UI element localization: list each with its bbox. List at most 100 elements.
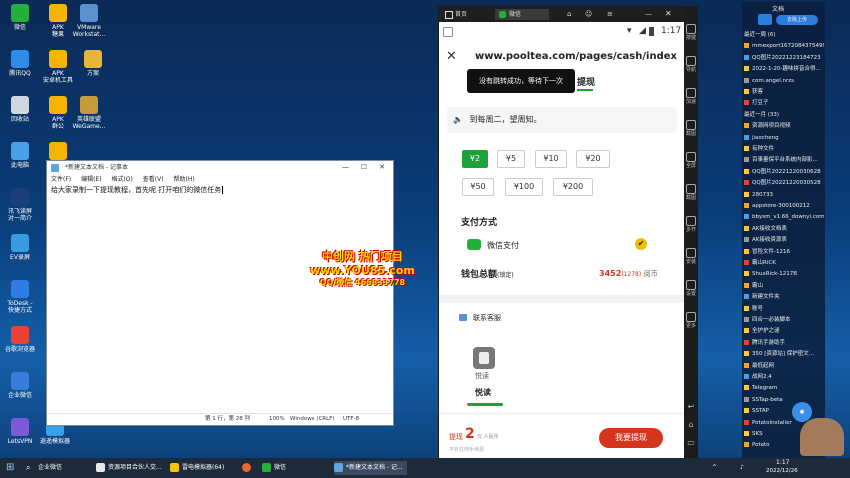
- file-row[interactable]: ShuxRick-1217B: [744, 269, 824, 279]
- amount-option[interactable]: ¥2: [462, 150, 488, 168]
- page-tab-withdraw[interactable]: 提现: [577, 75, 595, 88]
- amount-option[interactable]: ¥50: [462, 178, 494, 196]
- emulator-window[interactable]: 首页 微信 ⌂ ☺ ≡ — ✕ ▾ ◢ 1:17 ✕ www.pooltea.c…: [438, 6, 686, 460]
- desktop-icon[interactable]: 谷歌浏览器: [3, 326, 37, 353]
- home-nav-icon[interactable]: ⌂: [684, 420, 698, 429]
- desktop-icon[interactable]: 回收站: [3, 96, 37, 123]
- side-keys-button[interactable]: 按键: [684, 24, 698, 41]
- amount-option[interactable]: ¥20: [576, 150, 610, 168]
- taskbar-item[interactable]: *新建文本文档 - 记...: [334, 461, 407, 475]
- file-row[interactable]: 打豆子: [744, 98, 824, 108]
- side-install-button[interactable]: 安装: [684, 248, 698, 265]
- more-icon[interactable]: ⋯: [659, 48, 671, 62]
- desktop-icon[interactable]: 方案: [76, 50, 110, 77]
- taskbar-item[interactable]: 资源项目合伙人交...: [96, 461, 162, 475]
- file-row[interactable]: 350 [资源站] 保护密文...: [744, 349, 824, 359]
- desktop-icon[interactable]: VMware Workstat...: [72, 4, 106, 38]
- menu-icon[interactable]: ≡: [607, 10, 613, 18]
- file-row[interactable]: 新建文件夹: [744, 292, 824, 302]
- desktop-icon[interactable]: ToDesk - 快捷方式: [3, 280, 37, 314]
- minimize-icon[interactable]: —: [342, 161, 349, 174]
- minimize-icon[interactable]: —: [645, 10, 652, 18]
- side-more-button[interactable]: 更多: [684, 312, 698, 329]
- file-group-header[interactable]: 最近一月 (33): [744, 110, 824, 120]
- recent-apps-icon[interactable]: ▭: [684, 438, 698, 447]
- desktop-icon[interactable]: 微信: [3, 4, 37, 31]
- file-row[interactable]: QQ图片20221223184723: [744, 53, 824, 63]
- desktop-icon[interactable]: LetsVPN: [3, 418, 37, 445]
- upload-button[interactable]: 去除上传: [776, 15, 818, 25]
- withdraw-button[interactable]: 我要提现: [599, 428, 663, 448]
- file-row[interactable]: 冒险文件-1216: [744, 247, 824, 257]
- file-row[interactable]: 资源网项目视频: [744, 121, 824, 131]
- file-row[interactable]: bbysm_v1.66_downyi.com: [744, 212, 824, 222]
- checkmark-icon[interactable]: ✔: [635, 238, 647, 250]
- pay-method-label[interactable]: 微信支付: [487, 240, 519, 251]
- desktop-icon[interactable]: 腾讯QQ: [3, 50, 37, 77]
- file-row[interactable]: SSTAP: [744, 406, 824, 416]
- desktop-icon[interactable]: APK 群公: [41, 96, 75, 130]
- taskbar-item[interactable]: 微信: [262, 461, 286, 475]
- file-row[interactable]: QQ图片20221220030628: [744, 167, 824, 177]
- desktop-icon[interactable]: 讯飞读屏 对一简介: [3, 188, 37, 222]
- volume-icon[interactable]: ♪: [740, 464, 744, 471]
- file-row[interactable]: jiaocheng: [744, 133, 824, 143]
- file-row[interactable]: AK接收资源表: [744, 235, 824, 245]
- file-row[interactable]: 霸山: [744, 281, 824, 291]
- file-row[interactable]: appstore-300100212: [744, 201, 824, 211]
- side-multi-button[interactable]: 多开: [684, 216, 698, 233]
- notepad-text-area[interactable]: 给大家录制一下提现教程，首先呢 打开咱们的微信任务: [49, 185, 391, 413]
- file-row[interactable]: 2022-1-20-趣味拼音合得...: [744, 64, 824, 74]
- app-logo[interactable]: [473, 347, 495, 369]
- file-row[interactable]: 霸山RiCK: [744, 258, 824, 268]
- desktop-icon[interactable]: 英雄联盟 WeGame...: [72, 96, 106, 130]
- notepad-titlebar[interactable]: *新建文本文档 - 记事本 — ☐ ✕: [47, 161, 393, 174]
- file-row[interactable]: QQ图片20221220030528: [744, 178, 824, 188]
- taskbar-item[interactable]: 企业微信: [38, 461, 62, 475]
- back-icon[interactable]: ↩: [684, 402, 698, 411]
- file-row[interactable]: 全护护之谜: [744, 326, 824, 336]
- tray-chevron-icon[interactable]: ^: [712, 464, 717, 471]
- menu-edit[interactable]: 编辑(E): [81, 176, 101, 183]
- start-icon[interactable]: ⊞: [6, 462, 14, 473]
- file-row[interactable]: 战网2.4: [744, 372, 824, 382]
- notepad-window[interactable]: *新建文本文档 - 记事本 — ☐ ✕ 文件(F) 编辑(E) 格式(O) 查看…: [46, 160, 394, 426]
- file-row[interactable]: 四合一必装脚本: [744, 315, 824, 325]
- menu-file[interactable]: 文件(F): [51, 176, 71, 183]
- file-row[interactable]: 获客: [744, 87, 824, 97]
- file-row[interactable]: 百事量保平台系统内部影...: [744, 155, 824, 165]
- amount-option[interactable]: ¥200: [553, 178, 593, 196]
- account-icon[interactable]: ☺: [585, 10, 592, 18]
- close-icon[interactable]: ✕: [446, 49, 457, 64]
- tab-wechat[interactable]: 微信: [495, 9, 549, 20]
- file-row[interactable]: com.angel.nrzs: [744, 76, 824, 86]
- side-screenshot-button[interactable]: 截图: [684, 120, 698, 137]
- side-nav-button[interactable]: 导航: [684, 56, 698, 73]
- side-fullscreen-button[interactable]: 全屏: [684, 152, 698, 169]
- amount-option[interactable]: ¥10: [535, 150, 567, 168]
- file-row[interactable]: mmexport1672084375499: [744, 41, 824, 51]
- gamepad-icon[interactable]: ⌂: [567, 10, 571, 18]
- menu-help[interactable]: 帮助(H): [174, 176, 195, 183]
- file-row[interactable]: 有种文件: [744, 144, 824, 154]
- file-row[interactable]: SSTap-beta: [744, 395, 824, 405]
- file-row[interactable]: 最低起网: [744, 361, 824, 371]
- menu-view[interactable]: 查看(V): [143, 176, 164, 183]
- file-row[interactable]: Telegram: [744, 383, 824, 393]
- desktop-icon[interactable]: APK 糖果: [41, 4, 75, 38]
- menu-format[interactable]: 格式(O): [111, 176, 132, 183]
- tab-home[interactable]: 首页: [441, 9, 503, 20]
- maximize-icon[interactable]: ☐: [361, 161, 367, 174]
- taskbar-item[interactable]: 雷电模拟器(64): [170, 461, 224, 475]
- file-row[interactable]: 腾讯手游助手: [744, 338, 824, 348]
- file-row[interactable]: 账号: [744, 304, 824, 314]
- file-group-header[interactable]: 最近一周 (6): [744, 30, 824, 40]
- close-icon[interactable]: ✕: [665, 9, 672, 18]
- amount-option[interactable]: ¥100: [505, 178, 543, 196]
- taskbar-item[interactable]: [242, 461, 254, 475]
- clock-date[interactable]: 2022/12/26: [766, 468, 798, 474]
- amount-option[interactable]: ¥5: [497, 150, 525, 168]
- clock-time[interactable]: 1:17: [776, 459, 789, 466]
- file-row[interactable]: AK接收文档表: [744, 224, 824, 234]
- side-speed-button[interactable]: 加速: [684, 88, 698, 105]
